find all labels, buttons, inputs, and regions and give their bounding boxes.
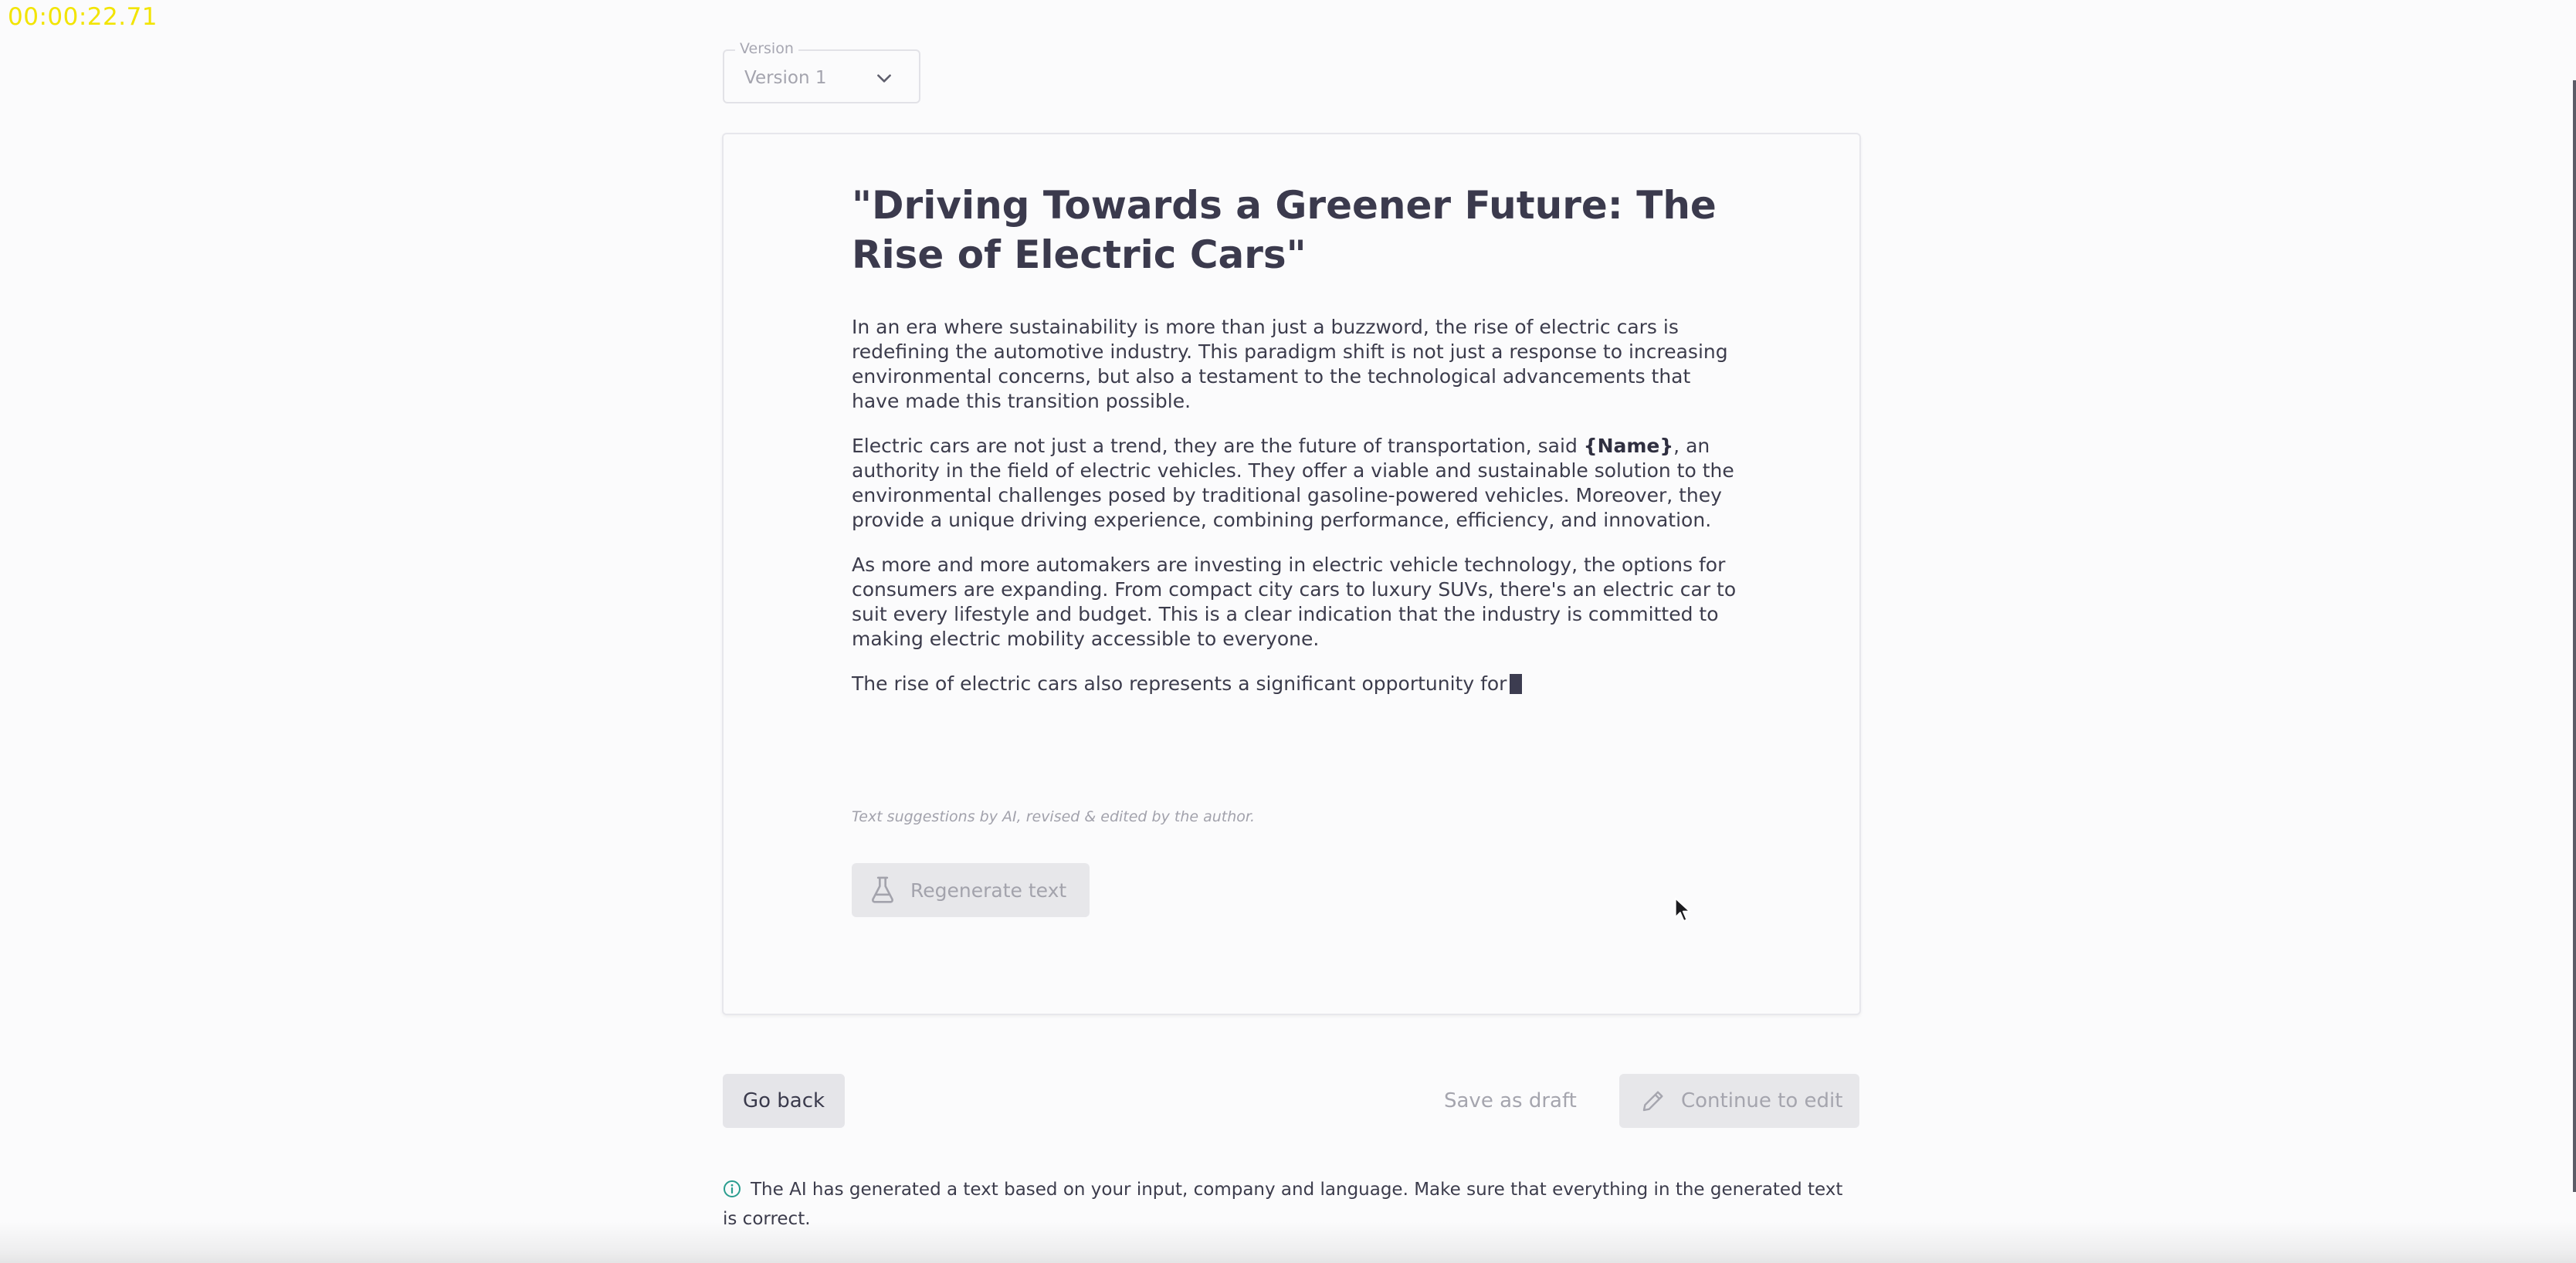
go-back-button[interactable]: Go back bbox=[723, 1074, 845, 1128]
version-select-label: Version bbox=[735, 40, 798, 57]
article-card: "Driving Towards a Greener Future: The R… bbox=[722, 133, 1861, 1015]
regenerate-button[interactable]: Regenerate text bbox=[852, 863, 1090, 917]
recording-timer: 00:00:22.71 bbox=[8, 3, 158, 31]
pencil-icon bbox=[1642, 1091, 1663, 1112]
ai-info-text: The AI has generated a text based on you… bbox=[723, 1180, 1843, 1229]
mouse-cursor-icon bbox=[1674, 897, 1691, 922]
chevron-down-icon bbox=[877, 74, 891, 83]
article-paragraph: The rise of electric cars also represent… bbox=[852, 672, 1740, 696]
flask-icon bbox=[872, 876, 893, 903]
name-placeholder: {Name} bbox=[1583, 435, 1674, 457]
version-select-value: Version 1 bbox=[744, 68, 827, 88]
ai-info-message: The AI has generated a text based on you… bbox=[723, 1175, 1858, 1234]
article-title: "Driving Towards a Greener Future: The R… bbox=[852, 183, 1717, 277]
paragraph-text: The rise of electric cars also represent… bbox=[852, 672, 1507, 695]
save-draft-button[interactable]: Save as draft bbox=[1444, 1074, 1577, 1128]
article-paragraph: Electric cars are not just a trend, they… bbox=[852, 434, 1740, 533]
window-edge bbox=[2573, 80, 2576, 1192]
article-editor[interactable]: "Driving Towards a Greener Future: The R… bbox=[852, 181, 1740, 716]
app-window: 00:00:22.71 Version Version 1 "Driving T… bbox=[0, 0, 2576, 1263]
regenerate-button-label: Regenerate text bbox=[910, 879, 1067, 902]
text-cursor bbox=[1510, 674, 1523, 694]
ai-disclaimer: Text suggestions by AI, revised & edited… bbox=[852, 808, 1255, 825]
continue-to-edit-label: Continue to edit bbox=[1681, 1089, 1843, 1112]
article-paragraph: As more and more automakers are investin… bbox=[852, 554, 1737, 650]
continue-to-edit-button[interactable]: Continue to edit bbox=[1619, 1074, 1859, 1128]
article-paragraph: In an era where sustainability is more t… bbox=[852, 316, 1728, 412]
version-select[interactable]: Version Version 1 bbox=[723, 40, 920, 103]
info-icon bbox=[724, 1180, 741, 1197]
paragraph-text: Electric cars are not just a trend, they… bbox=[852, 435, 1584, 457]
